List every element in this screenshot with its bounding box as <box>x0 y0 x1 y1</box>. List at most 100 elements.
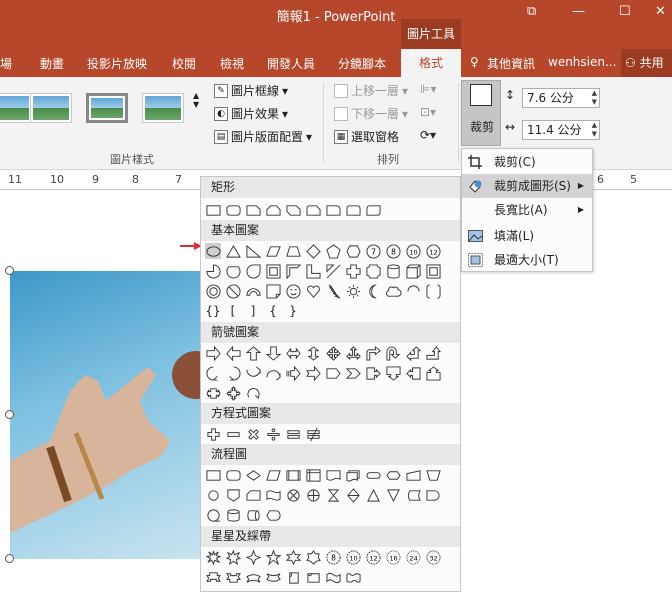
shape-left-right-up-arrow[interactable] <box>345 345 361 361</box>
shape-star-5[interactable] <box>265 549 281 565</box>
shape-right-arrow[interactable] <box>205 345 221 361</box>
bring-forward-button[interactable]: 上移一層 ▾ <box>334 82 408 99</box>
shape-star-7[interactable] <box>305 549 321 565</box>
shape-curved-up-arrow[interactable] <box>245 365 261 381</box>
shape-triangle[interactable] <box>225 243 241 259</box>
shape-plus[interactable] <box>205 426 221 442</box>
shape-donut[interactable] <box>205 283 221 299</box>
shape-decagon[interactable]: 10 <box>405 243 421 259</box>
tab-review[interactable]: 校閱 <box>172 55 196 72</box>
align-icon[interactable]: ⊫▾ <box>420 82 436 96</box>
shape-oval[interactable] <box>205 243 221 259</box>
shape-down-arrow-callout[interactable] <box>385 365 401 381</box>
flowchart-collate[interactable] <box>325 487 341 503</box>
tab-transitions[interactable]: 場 <box>0 55 12 72</box>
shape-plaque[interactable] <box>365 263 381 279</box>
spin-arrows-icon[interactable]: ▲ ▼ <box>592 89 597 107</box>
shape-right-triangle[interactable] <box>245 243 261 259</box>
tab-developer[interactable]: 開發人員 <box>267 55 315 72</box>
shape-quad-arrow[interactable] <box>325 345 341 361</box>
flowchart-extract[interactable] <box>365 487 381 503</box>
flowchart-direct-access[interactable] <box>245 507 261 523</box>
shape-snip-corner[interactable] <box>245 202 261 218</box>
shape-left-brace[interactable]: { <box>265 303 281 319</box>
flowchart-predefined-process[interactable] <box>285 467 301 483</box>
flowchart-stored-data[interactable] <box>405 487 421 503</box>
shape-bent-arrow[interactable] <box>365 345 381 361</box>
spin-arrows-icon[interactable]: ▲ ▼ <box>592 121 597 139</box>
shape-bent-up-arrow[interactable] <box>425 345 441 361</box>
shape-pie[interactable] <box>205 263 221 279</box>
shape-lightning[interactable] <box>325 283 341 299</box>
shape-parallelogram[interactable] <box>265 243 281 259</box>
flowchart-merge[interactable] <box>385 487 401 503</box>
shape-cube[interactable] <box>405 263 421 279</box>
shape-frame[interactable] <box>265 263 281 279</box>
tab-storyboard[interactable]: 分鏡腳本 <box>338 55 386 72</box>
resize-handle[interactable] <box>5 266 14 275</box>
selected-picture[interactable] <box>10 271 202 559</box>
flowchart-display[interactable] <box>265 507 281 523</box>
shape-arc[interactable] <box>405 283 421 299</box>
shape-brace-pair[interactable]: {} <box>205 303 221 319</box>
flowchart-card[interactable] <box>245 487 261 503</box>
shape-left-up-arrow[interactable] <box>405 345 421 361</box>
shape-vertical-scroll[interactable] <box>285 569 301 585</box>
tab-format[interactable]: 格式 <box>401 49 461 77</box>
shape-moon[interactable] <box>365 283 381 299</box>
minimize-icon[interactable]: — <box>572 4 585 19</box>
shape-left-arrow[interactable] <box>225 345 241 361</box>
shape-curved-ribbon-up[interactable] <box>245 569 261 585</box>
shape-bracket-pair[interactable] <box>425 283 441 299</box>
tell-me-label[interactable]: 其他資訊 <box>487 55 535 72</box>
shape-star-24[interactable]: 24 <box>405 549 421 565</box>
flowchart-offpage-connector[interactable] <box>225 487 241 503</box>
menu-item-crop-to-shape[interactable]: 裁剪成圖形(S) ▶ <box>462 174 592 198</box>
shape-u-turn-arrow[interactable] <box>385 345 401 361</box>
flowchart-data[interactable] <box>265 467 281 483</box>
shape-diagonal-stripe[interactable] <box>325 263 341 279</box>
shape-diamond[interactable] <box>305 243 321 259</box>
shape-hexagon[interactable] <box>345 243 361 259</box>
shape-heart[interactable] <box>305 283 321 299</box>
maximize-icon[interactable]: ☐ <box>619 4 631 19</box>
shape-can[interactable] <box>385 263 401 279</box>
shape-chord[interactable] <box>225 263 241 279</box>
shape-up-down-arrow[interactable] <box>305 345 321 361</box>
flowchart-internal-storage[interactable] <box>305 467 321 483</box>
shape-cloud[interactable] <box>385 283 401 299</box>
shape-no-symbol[interactable] <box>225 283 241 299</box>
shape-explosion-2[interactable] <box>225 549 241 565</box>
shape-divide[interactable] <box>265 426 281 442</box>
tab-view[interactable]: 檢視 <box>220 55 244 72</box>
shape-quad-arrow-callout[interactable] <box>225 385 241 401</box>
shape-striped-right-arrow[interactable] <box>285 365 301 381</box>
shape-minus[interactable] <box>225 426 241 442</box>
menu-item-aspect-ratio[interactable]: 長寬比(A) ▶ <box>462 198 592 222</box>
shape-left-arrow-callout[interactable] <box>405 365 421 381</box>
shape-ribbon-up[interactable] <box>205 569 221 585</box>
flowchart-connector[interactable] <box>205 487 221 503</box>
shape-up-arrow-callout[interactable] <box>425 365 441 381</box>
shape-wave[interactable] <box>325 569 341 585</box>
shape-rectangle[interactable] <box>205 202 221 218</box>
picture-style-thumb[interactable] <box>30 93 72 123</box>
picture-style-thumb[interactable] <box>86 93 128 123</box>
ribbon-display-icon[interactable]: ⧉ <box>527 4 536 19</box>
shape-ribbon-down[interactable] <box>225 569 241 585</box>
menu-item-fill[interactable]: 填滿(L) <box>462 224 592 248</box>
tab-animations[interactable]: 動畫 <box>40 55 64 72</box>
shape-block-arc[interactable] <box>245 283 261 299</box>
shape-folded-corner[interactable] <box>265 283 281 299</box>
picture-border-button[interactable]: ✎ 圖片框線 ▾ <box>214 82 288 99</box>
shape-horizontal-scroll[interactable] <box>305 569 321 585</box>
picture-style-thumb[interactable] <box>142 93 184 123</box>
shape-bevel[interactable] <box>425 263 441 279</box>
shape-snip-diagonal[interactable] <box>285 202 301 218</box>
width-input[interactable]: 11.4 公分 ▲ ▼ <box>522 120 600 140</box>
flowchart-or[interactable] <box>305 487 321 503</box>
shape-star-12[interactable]: 12 <box>365 549 381 565</box>
shape-round-diagonal[interactable] <box>365 202 381 218</box>
shape-star-32[interactable]: 32 <box>425 549 441 565</box>
resize-handle[interactable] <box>5 554 14 563</box>
